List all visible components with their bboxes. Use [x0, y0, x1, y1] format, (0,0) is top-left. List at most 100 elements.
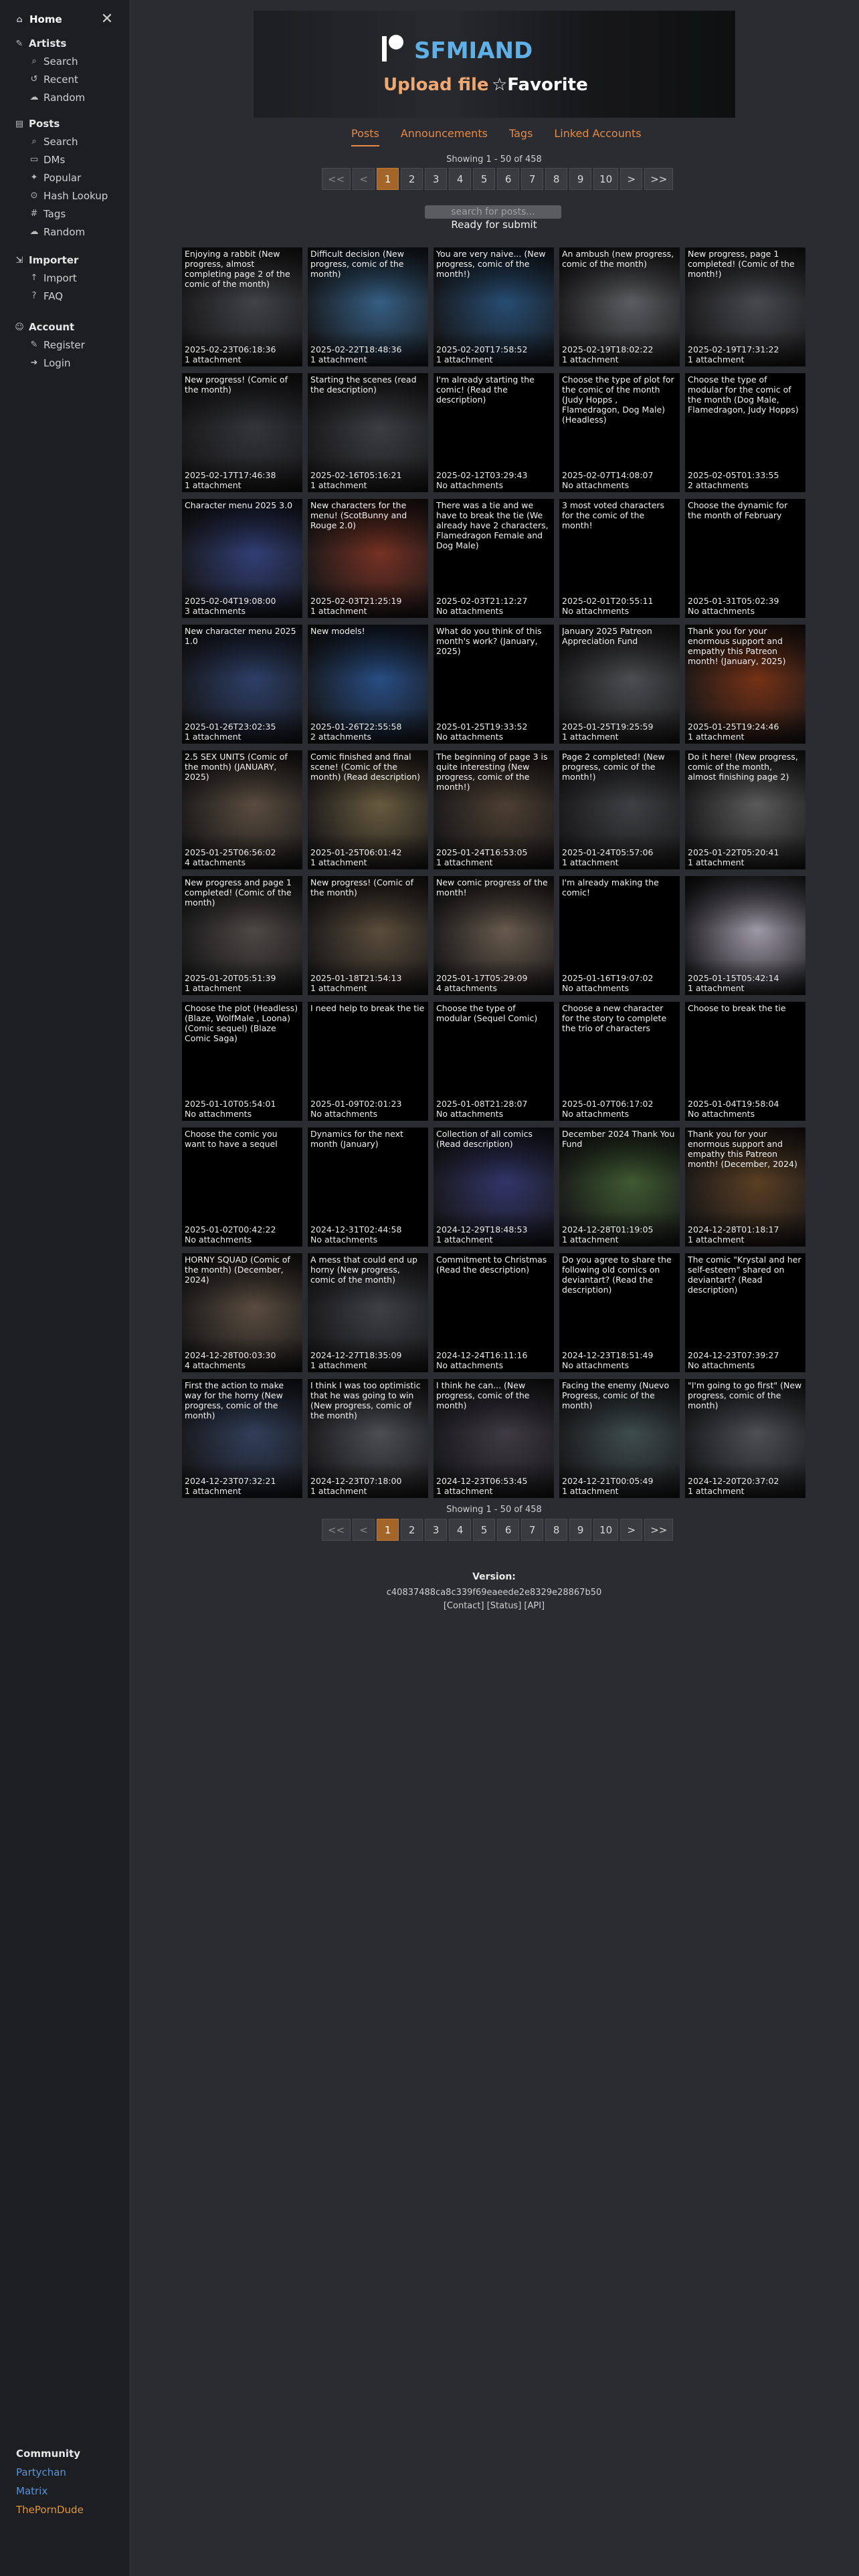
upload-file-button[interactable]: Upload file [383, 75, 489, 95]
page-button[interactable]: 1 [377, 1519, 399, 1541]
sidebar-item-login[interactable]: ➜ Login [15, 354, 85, 372]
post-card[interactable]: Page 2 completed! (New progress, comic o… [559, 750, 680, 869]
post-card[interactable]: Difficult decision (New progress, comic … [308, 247, 428, 366]
post-card[interactable]: Enjoying a rabbit (New progress, almost … [182, 247, 302, 366]
post-card[interactable]: Choose the type of modular (Sequel Comic… [434, 1002, 554, 1121]
post-card[interactable]: You are very naive... (New progress, com… [434, 247, 554, 366]
page-button[interactable]: 2 [401, 1519, 423, 1541]
post-card[interactable]: There was a tie and we have to break the… [434, 499, 554, 618]
post-card[interactable]: 3 most voted characters for the comic of… [559, 499, 680, 618]
post-card[interactable]: January 2025 Patreon Appreciation Fund 20… [559, 625, 680, 744]
community-link-theporndude[interactable]: ThePornDude [16, 2504, 84, 2523]
post-card[interactable]: New progress! (Comic of the month) 2025-0… [308, 876, 428, 995]
page-button[interactable]: >> [644, 1519, 674, 1541]
tab-posts[interactable]: Posts [351, 127, 379, 146]
artist-name[interactable]: SFMIAND [414, 37, 533, 64]
post-card[interactable]: I need help to break the tie 2025-01-09T0… [308, 1002, 428, 1121]
community-link-partychan[interactable]: Partychan [16, 2466, 84, 2485]
post-card[interactable]: New models! 2025-01-26T22:55:58 2 attachme… [308, 625, 428, 744]
page-button[interactable]: >> [644, 168, 674, 190]
sidebar-item-hash-lookup[interactable]: ⊙ Hash Lookup [15, 187, 108, 205]
page-button[interactable]: 7 [521, 1519, 544, 1541]
post-card[interactable]: New comic progress of the month! 2025-01-… [434, 876, 554, 995]
post-card[interactable]: New character menu 2025 1.0 2025-01-26T23… [182, 625, 302, 744]
post-card[interactable]: The comic "Krystal and her self-esteem" … [685, 1253, 805, 1372]
page-button[interactable]: 10 [593, 168, 619, 190]
post-card[interactable]: Choose a new character for the story to … [559, 1002, 680, 1121]
page-button[interactable]: 3 [425, 1519, 448, 1541]
post-card[interactable]: The beginning of page 3 is quite interes… [434, 750, 554, 869]
page-button[interactable]: < [353, 1519, 375, 1541]
post-card[interactable]: 2.5 SEX UNITS (Comic of the month) (JANU… [182, 750, 302, 869]
sidebar-item-faq[interactable]: ? FAQ [15, 287, 78, 305]
post-card[interactable]: I'm already starting the comic! (Read th… [434, 373, 554, 492]
post-card[interactable]: New progress, page 1 completed! (Comic o… [685, 247, 805, 366]
post-card[interactable]: Thank you for your enormous support and … [685, 625, 805, 744]
post-card[interactable]: Do it here! (New progress, comic of the … [685, 750, 805, 869]
post-card[interactable]: New progress and page 1 completed! (Comi… [182, 876, 302, 995]
post-card[interactable]: 2025-01-15T05:42:14 1 attachment [685, 876, 805, 995]
page-button[interactable]: 5 [473, 1519, 496, 1541]
post-card[interactable]: New characters for the menu! (ScotBunny … [308, 499, 428, 618]
post-card[interactable]: Thank you for your enormous support and … [685, 1128, 805, 1247]
page-button[interactable]: 4 [449, 168, 472, 190]
post-card[interactable]: An ambush (new progress, comic of the mo… [559, 247, 680, 366]
sidebar-item-register[interactable]: ✎ Register [15, 336, 85, 354]
post-card[interactable]: HORNY SQUAD (Comic of the month) (Decemb… [182, 1253, 302, 1372]
page-button[interactable]: 1 [377, 168, 399, 190]
footer-links[interactable]: [Contact] [Status] [API] [129, 1601, 859, 1611]
post-card[interactable]: New progress! (Comic of the month) 2025-0… [182, 373, 302, 492]
post-card[interactable]: Choose to break the tie 2025-01-04T19:58:… [685, 1002, 805, 1121]
close-sidebar-icon[interactable]: ✕ [99, 11, 115, 27]
page-button[interactable]: < [353, 168, 375, 190]
page-button[interactable]: 6 [497, 1519, 520, 1541]
page-button[interactable]: 3 [425, 168, 448, 190]
sidebar-item-dms[interactable]: ▭ DMs [15, 150, 108, 169]
page-button[interactable]: << [322, 1519, 351, 1541]
page-button[interactable]: 9 [569, 168, 592, 190]
sidebar-item-posts-random[interactable]: ☁ Random [15, 223, 108, 241]
favorite-button[interactable]: ☆Favorite [492, 75, 588, 95]
page-button[interactable]: << [322, 168, 351, 190]
post-card[interactable]: Choose the dynamic for the month of Febr… [685, 499, 805, 618]
page-button[interactable]: 10 [593, 1519, 619, 1541]
post-card[interactable]: Choose the comic you want to have a sequ… [182, 1128, 302, 1247]
page-button[interactable]: 7 [521, 168, 544, 190]
sidebar-item-posts-search[interactable]: ⌕ Search [15, 132, 108, 150]
sidebar-item-artists-search[interactable]: ⌕ Search [15, 52, 85, 70]
page-button[interactable]: > [620, 1519, 643, 1541]
post-card[interactable]: Choose the plot (Headless) (Blaze, WolfM… [182, 1002, 302, 1121]
post-card[interactable]: First the action to make way for the hor… [182, 1379, 302, 1498]
tab-tags[interactable]: Tags [509, 127, 533, 146]
post-card[interactable]: Starting the scenes (read the descriptio… [308, 373, 428, 492]
page-button[interactable]: 8 [545, 1519, 568, 1541]
post-card[interactable]: Choose the type of modular for the comic… [685, 373, 805, 492]
post-card[interactable]: Character menu 2025 3.0 2025-02-04T19:08:… [182, 499, 302, 618]
post-card[interactable]: I think I was too optimistic that he was… [308, 1379, 428, 1498]
post-card[interactable]: December 2024 Thank You Fund 2024-12-28T0… [559, 1128, 680, 1247]
community-link-matrix[interactable]: Matrix [16, 2485, 84, 2504]
sidebar-item-popular[interactable]: ✦ Popular [15, 169, 108, 187]
page-button[interactable]: 2 [401, 168, 423, 190]
post-card[interactable]: Commitment to Christmas (Read the descri… [434, 1253, 554, 1372]
post-card[interactable]: Collection of all comics (Read descripti… [434, 1128, 554, 1247]
page-button[interactable]: 4 [449, 1519, 472, 1541]
sidebar-item-artists-recent[interactable]: ↺ Recent [15, 70, 85, 88]
post-card[interactable]: "I'm going to go first" (New progress, c… [685, 1379, 805, 1498]
post-card[interactable]: Do you agree to share the following old … [559, 1253, 680, 1372]
tab-linked-accounts[interactable]: Linked Accounts [554, 127, 641, 146]
post-card[interactable]: I'm already making the comic! 2025-01-16T… [559, 876, 680, 995]
page-button[interactable]: 5 [473, 168, 496, 190]
sidebar-item-tags[interactable]: # Tags [15, 205, 108, 223]
post-card[interactable]: What do you think of this month's work? … [434, 625, 554, 744]
page-button[interactable]: 9 [569, 1519, 592, 1541]
post-card[interactable]: I think he can... (New progress, comic o… [434, 1379, 554, 1498]
post-card[interactable]: Choose the type of plot for the comic of… [559, 373, 680, 492]
post-card[interactable]: A mess that could end up horny (New prog… [308, 1253, 428, 1372]
sidebar-item-import[interactable]: ↑ Import [15, 269, 78, 287]
sidebar-item-artists-random[interactable]: ☁ Random [15, 88, 86, 106]
post-card[interactable]: Comic finished and final scene! (Comic o… [308, 750, 428, 869]
sidebar-home[interactable]: ⌂ Home [15, 13, 62, 25]
tab-announcements[interactable]: Announcements [401, 127, 488, 146]
post-card[interactable]: Dynamics for the next month (January) 202… [308, 1128, 428, 1247]
